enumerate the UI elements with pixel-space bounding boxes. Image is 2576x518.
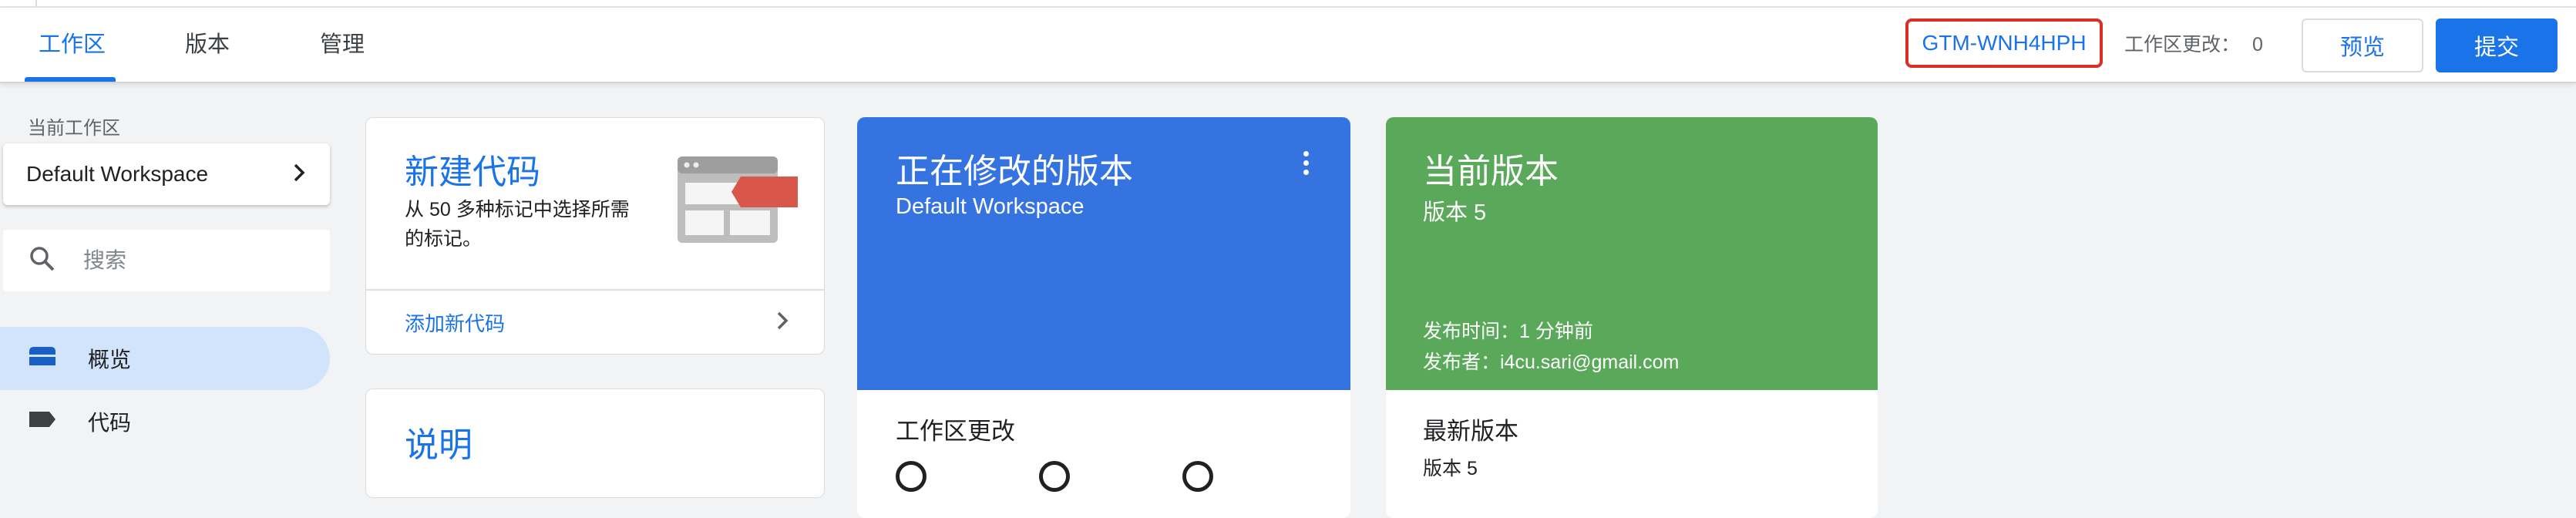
browser-top-strip [0, 0, 2576, 8]
editing-version-workspace: Default Workspace [896, 194, 1085, 219]
more-vert-icon[interactable] [1301, 151, 1310, 179]
counter-ring-icon [1182, 461, 1213, 492]
change-counters [896, 461, 1326, 496]
new-tag-description: 从 50 多种标记中选择所需的标记。 [405, 199, 630, 250]
tab-workspace[interactable]: 工作区 [39, 8, 106, 82]
search-input[interactable] [82, 247, 316, 274]
tag-icon [28, 409, 57, 434]
add-new-tag-link[interactable]: 添加新代码 [405, 291, 790, 354]
add-new-tag-label: 添加新代码 [405, 311, 506, 335]
workspace-changes-title: 工作区更改 [896, 418, 1015, 445]
counter-ring-icon [1039, 461, 1070, 492]
description-card[interactable]: 说明 [365, 388, 825, 498]
latest-version-title: 最新版本 [1423, 418, 1518, 445]
submit-button[interactable]: 提交 [2436, 18, 2558, 72]
overview-icon [28, 345, 57, 372]
preview-button[interactable]: 预览 [2302, 18, 2423, 72]
chevron-right-icon [291, 162, 307, 187]
counter-ring-icon [896, 461, 926, 492]
description-title: 说明 [405, 426, 472, 464]
published-by: 发布者：i4cu.sari@gmail.com [1423, 352, 1680, 373]
current-version-number: 版本 5 [1423, 200, 1487, 225]
workspace-changes-count: 0 [2252, 34, 2263, 56]
active-tab-indicator [25, 77, 116, 82]
tab-versions[interactable]: 版本 [185, 8, 230, 82]
search-icon [29, 246, 55, 276]
current-version-title: 当前版本 [1423, 153, 1559, 190]
top-navigation-bar: 工作区 版本 管理 GTM-WNH4HPH 工作区更改： 0 预览 提交 [0, 8, 2576, 83]
new-tag-illustration [678, 156, 798, 257]
sidebar-item-tags[interactable]: 代码 [0, 390, 330, 453]
workspace-changes-indicator: 工作区更改： 0 [2124, 8, 2263, 82]
new-tag-card[interactable]: 新建代码 从 50 多种标记中选择所需的标记。 添加新代码 [365, 117, 825, 355]
divider [35, 0, 37, 6]
sidebar-item-label: 概览 [88, 348, 132, 372]
published-time: 发布时间：1 分钟前 [1423, 321, 1593, 342]
workspace-selector[interactable]: Default Workspace [3, 143, 330, 205]
current-workspace-label: 当前工作区 [28, 118, 120, 139]
chevron-right-icon [775, 310, 790, 335]
latest-version-number: 版本 5 [1423, 458, 1478, 479]
current-version-card: 当前版本 版本 5 发布时间：1 分钟前 发布者：i4cu.sari@gmail… [1386, 117, 1878, 518]
sidebar-item-label: 代码 [88, 411, 132, 435]
tab-admin[interactable]: 管理 [320, 8, 365, 82]
workspace-changes-label: 工作区更改： [2124, 34, 2241, 56]
new-tag-title: 新建代码 [405, 153, 540, 191]
sidebar-item-overview[interactable]: 概览 [0, 327, 330, 390]
workspace-name: Default Workspace [26, 162, 209, 186]
search-box [3, 230, 330, 291]
editing-version-card: 正在修改的版本 Default Workspace 工作区更改 [857, 117, 1350, 518]
editing-version-title: 正在修改的版本 [896, 153, 1133, 190]
container-id-button[interactable]: GTM-WNH4HPH [1905, 18, 2103, 68]
